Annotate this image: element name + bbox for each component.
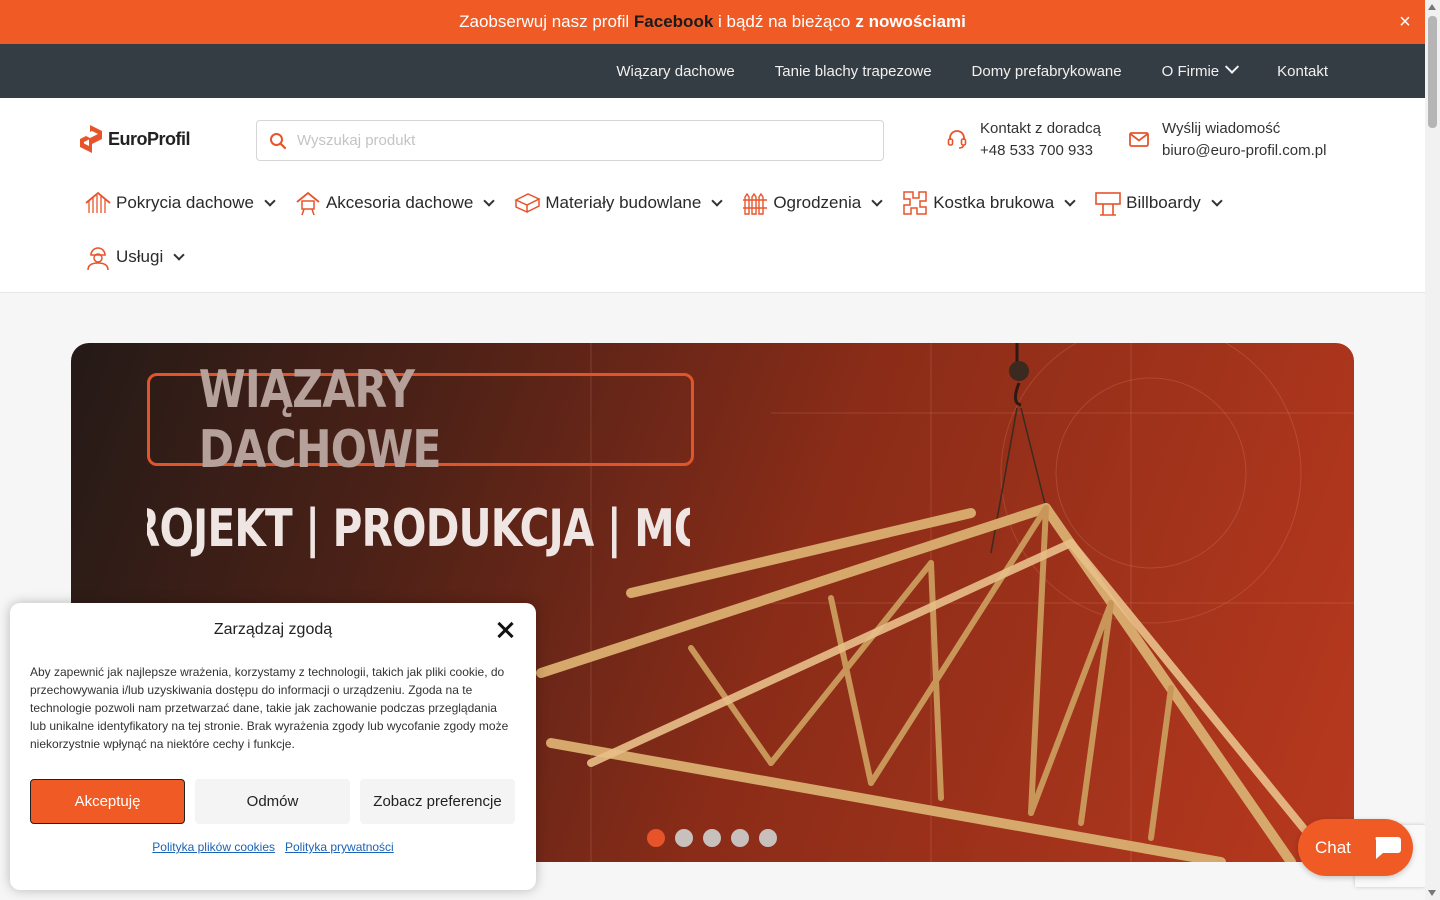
chevron-down-icon <box>871 195 883 207</box>
close-icon[interactable] <box>496 621 514 639</box>
chevron-down-icon <box>264 195 276 207</box>
worker-icon <box>87 247 109 271</box>
search-bar[interactable] <box>256 120 884 161</box>
contact-phone[interactable]: Kontakt z doradcą +48 533 700 933 <box>946 118 1101 162</box>
slider-dot[interactable] <box>759 829 777 847</box>
chevron-down-icon <box>711 195 723 207</box>
consent-text: Aby zapewnić jak najlepsze wrażenia, kor… <box>30 665 509 751</box>
chevron-down-icon <box>483 195 496 207</box>
category-akcesoria-dachowe[interactable]: Akcesoria dachowe <box>294 189 496 217</box>
category-label: Akcesoria dachowe <box>325 193 474 212</box>
banner-text-middle: i bądź na bieżąco <box>718 12 851 31</box>
top-nav-item-kontakt[interactable]: Kontakt <box>1277 63 1328 80</box>
contact-phone-text: Kontakt z doradcą +48 533 700 933 <box>980 118 1101 162</box>
category-pokrycia-dachowe[interactable]: Pokrycia dachowe <box>84 189 276 217</box>
contact-email-text: Wyślij wiadomość biuro@euro-profil.com.p… <box>1162 118 1326 162</box>
chevron-down-icon <box>1211 195 1223 207</box>
contact-email[interactable]: Wyślij wiadomość biuro@euro-profil.com.p… <box>1128 118 1326 162</box>
scroll-thumb[interactable] <box>1428 16 1437 128</box>
logo-icon <box>80 125 102 153</box>
deny-button[interactable]: Odmów <box>195 779 350 824</box>
category-ogrodzenia[interactable]: Ogrodzenia <box>741 189 883 217</box>
banner-text-before: Zaobserwuj nasz profil <box>459 12 630 31</box>
top-nav-item-o-firmie[interactable]: O Firmie <box>1161 59 1240 80</box>
cookie-consent-dialog: Zarządzaj zgodą Aby zapewnić jak najleps… <box>10 603 536 890</box>
chevron-down-icon <box>173 249 185 261</box>
contact-phone-label: Kontakt z doradcą <box>980 120 1101 137</box>
category-row: Pokrycia dachowe Akcesoria dachowe Mater… <box>84 186 1344 220</box>
consent-title: Zarządzaj zgodą <box>213 621 333 638</box>
logo[interactable]: EuroProfil <box>78 125 191 153</box>
category-label: Kostka brukowa <box>933 193 1055 212</box>
slider-dots <box>647 829 787 847</box>
category-uslugi[interactable]: Usługi <box>84 243 185 271</box>
category-row: Usługi <box>84 240 1344 274</box>
top-nav: Wiązary dachowe Tanie blachy trapezowe D… <box>0 44 1425 98</box>
category-billboardy[interactable]: Billboardy <box>1094 189 1223 217</box>
consent-buttons: Akceptuję Odmów Zobacz preferencje <box>30 779 516 824</box>
top-nav-item-blachy[interactable]: Tanie blachy trapezowe <box>775 63 932 80</box>
mail-icon <box>1129 132 1149 147</box>
chat-bubble-icon <box>1375 837 1401 859</box>
cookie-policy-link[interactable]: Polityka plików cookies <box>152 840 275 854</box>
slider-dot[interactable] <box>703 829 721 847</box>
page-scrollbar[interactable] <box>1425 0 1440 900</box>
category-nav: Pokrycia dachowe Akcesoria dachowe Mater… <box>84 186 1344 294</box>
scroll-down-arrow[interactable] <box>1428 890 1436 896</box>
category-kostka-brukowa[interactable]: Kostka brukowa <box>901 189 1076 217</box>
category-label: Ogrodzenia <box>773 193 862 212</box>
slider-dot[interactable] <box>647 829 665 847</box>
promo-banner: Zaobserwuj nasz profil Facebook i bądź n… <box>0 0 1425 44</box>
billboard-icon <box>1095 192 1121 216</box>
category-materialy-budowlane[interactable]: Materiały budowlane <box>513 189 723 217</box>
category-label: Usługi <box>116 247 164 266</box>
chat-label: Chat <box>1315 837 1351 857</box>
headset-icon <box>947 130 967 149</box>
top-nav-item-domy[interactable]: Domy prefabrykowane <box>972 63 1122 80</box>
hero-title-box: WIĄZARY DACHOWE <box>147 360 694 480</box>
category-label: Pokrycia dachowe <box>116 193 254 212</box>
close-icon[interactable]: × <box>1395 12 1415 32</box>
search-input[interactable] <box>297 132 857 149</box>
paving-icon <box>903 191 927 215</box>
category-label: Billboardy <box>1126 193 1201 212</box>
slider-dot[interactable] <box>675 829 693 847</box>
chevron-down-icon <box>1064 195 1076 207</box>
top-nav-item-wiazary[interactable]: Wiązary dachowe <box>616 63 734 80</box>
roof-icon <box>85 191 111 213</box>
slider-dot[interactable] <box>731 829 749 847</box>
building-materials-icon <box>514 193 542 214</box>
hero-subtitle-text: ROJEKT | PRODUKCJA | MONTA <box>147 499 690 559</box>
site-header: EuroProfil Kontakt z doradcą +48 533 700… <box>0 98 1425 293</box>
contact-phone-value[interactable]: +48 533 700 933 <box>980 140 1101 162</box>
top-nav-item-o-firmie-label: O Firmie <box>1161 62 1220 80</box>
search-icon[interactable] <box>269 132 287 150</box>
consent-links: Polityka plików cookies Polityka prywatn… <box>30 840 516 854</box>
banner-facebook-link[interactable]: Facebook <box>634 12 713 32</box>
fence-icon <box>743 192 768 215</box>
chat-button[interactable]: Chat <box>1298 819 1413 876</box>
preferences-button[interactable]: Zobacz preferencje <box>360 779 515 824</box>
logo-text: EuroProfil <box>108 128 191 149</box>
privacy-policy-link[interactable]: Polityka prywatności <box>285 840 394 854</box>
scroll-up-arrow[interactable] <box>1428 4 1436 10</box>
roof-accessories-icon <box>296 191 320 216</box>
chevron-down-icon <box>1225 59 1240 74</box>
category-label: Materiały budowlane <box>545 193 702 212</box>
contact-email-label: Wyślij wiadomość <box>1162 120 1281 137</box>
accept-button[interactable]: Akceptuję <box>30 779 185 824</box>
hero-title: WIĄZARY DACHOWE <box>198 359 442 480</box>
contact-email-value[interactable]: biuro@euro-profil.com.pl <box>1162 140 1326 162</box>
hero-subtitle: ROJEKT | PRODUKCJA | MONTA <box>147 499 690 559</box>
banner-text-bold: z nowościami <box>855 12 966 31</box>
